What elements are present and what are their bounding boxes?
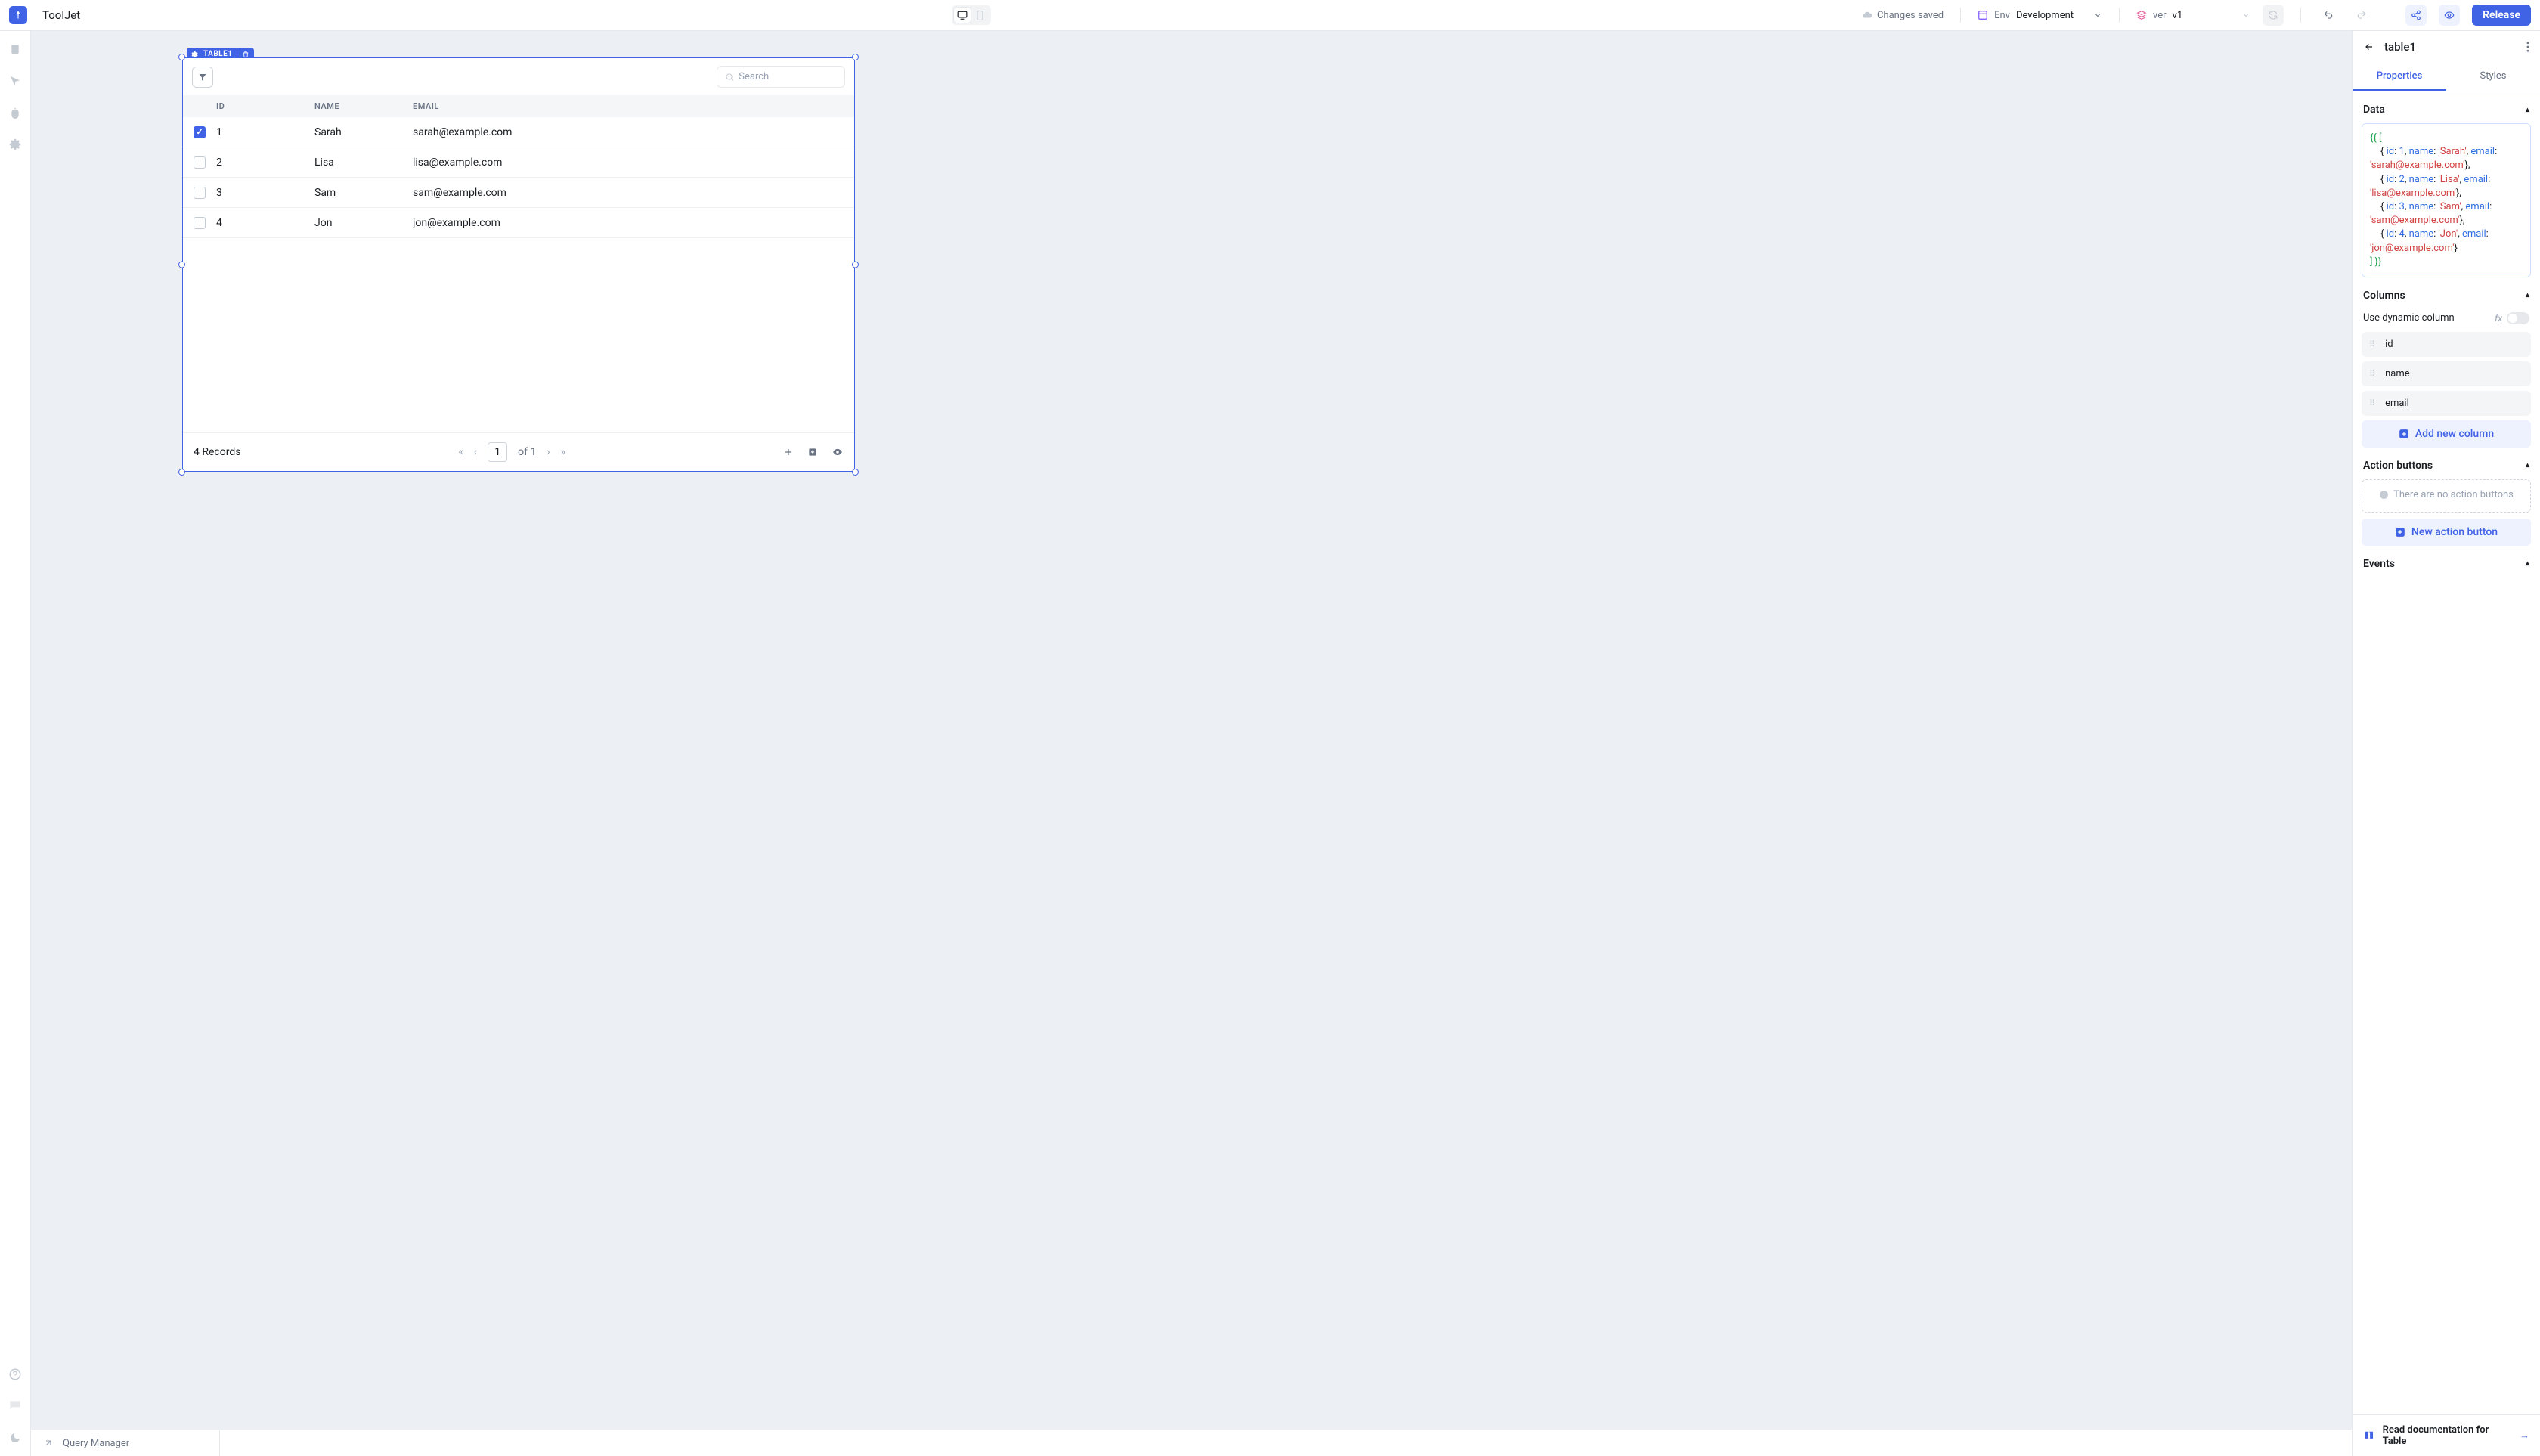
arrow-right-icon: →	[2520, 1430, 2529, 1442]
table-header: ID NAME EMAIL	[183, 95, 854, 117]
data-code-editor[interactable]: {{ [ { id: 1, name: 'Sarah', email: 'sar…	[2362, 123, 2531, 277]
pages-icon[interactable]	[8, 42, 23, 57]
row-checkbox[interactable]	[194, 187, 206, 199]
resize-handle[interactable]	[852, 54, 859, 60]
left-rail	[0, 31, 31, 1456]
bottom-bar: Query Manager	[31, 1430, 2352, 1456]
environment-selector[interactable]: Env Development	[1978, 10, 2102, 21]
comments-icon[interactable]	[8, 1399, 23, 1414]
expand-icon[interactable]	[43, 1438, 54, 1448]
page-last-button[interactable]: »	[561, 446, 566, 458]
caret-up-icon: ▴	[2526, 106, 2529, 114]
search-input[interactable]	[739, 71, 837, 82]
caret-up-icon: ▴	[2526, 559, 2529, 568]
resize-handle[interactable]	[178, 469, 185, 476]
fx-label[interactable]: fx	[2495, 313, 2502, 324]
settings-icon[interactable]	[8, 137, 23, 152]
section-data[interactable]: Data ▴	[2362, 91, 2531, 123]
section-columns[interactable]: Columns ▴	[2362, 277, 2531, 309]
dynamic-column-toggle[interactable]	[2507, 312, 2529, 324]
app-title: ToolJet	[42, 8, 80, 22]
column-item[interactable]: ⠿id	[2362, 332, 2531, 357]
trash-icon[interactable]	[242, 51, 249, 58]
table-row[interactable]: 1 Sarah sarah@example.com	[183, 117, 854, 147]
selected-component[interactable]: TABLE1 ID NAME	[182, 57, 855, 472]
version-selector[interactable]: ver v1	[2136, 10, 2250, 21]
theme-icon[interactable]	[8, 1430, 23, 1445]
device-preview-toggle	[952, 5, 991, 25]
gear-icon[interactable]	[191, 51, 199, 58]
mobile-preview-button[interactable]	[972, 8, 989, 23]
filter-button[interactable]	[192, 67, 213, 88]
inspector-icon[interactable]	[8, 73, 23, 88]
canvas[interactable]: TABLE1 ID NAME	[31, 31, 2352, 1430]
table-row[interactable]: 3 Sam sam@example.com	[183, 178, 854, 208]
environment-icon	[1978, 10, 1988, 20]
query-manager-label[interactable]: Query Manager	[63, 1438, 129, 1449]
debug-icon[interactable]	[8, 105, 23, 120]
drag-handle-icon[interactable]: ⠿	[2369, 339, 2376, 349]
documentation-link[interactable]: Read documentation for Table →	[2353, 1414, 2540, 1456]
visibility-icon[interactable]	[832, 447, 844, 457]
column-item[interactable]: ⠿email	[2362, 391, 2531, 416]
undo-button[interactable]	[2318, 5, 2339, 26]
topbar: ToolJet Changes saved Env Development	[0, 0, 2540, 31]
search-icon	[725, 72, 734, 82]
search-input-wrap	[717, 66, 845, 88]
component-name: table1	[2384, 40, 2416, 54]
drag-handle-icon[interactable]: ⠿	[2369, 398, 2376, 408]
add-column-button[interactable]: Add new column	[2362, 420, 2531, 448]
download-icon[interactable]	[807, 447, 818, 457]
dynamic-column-row: Use dynamic column fx	[2362, 309, 2531, 332]
save-status: Changes saved	[1862, 10, 1944, 21]
resize-handle[interactable]	[178, 54, 185, 60]
column-item[interactable]: ⠿name	[2362, 361, 2531, 386]
row-checkbox[interactable]	[194, 217, 206, 229]
support-icon[interactable]	[8, 1367, 23, 1382]
redo-button[interactable]	[2351, 5, 2372, 26]
new-action-button[interactable]: New action button	[2362, 519, 2531, 546]
info-icon	[2379, 490, 2389, 500]
section-events[interactable]: Events ▴	[2362, 546, 2531, 570]
tab-styles[interactable]: Styles	[2446, 63, 2540, 91]
chevron-down-icon	[2093, 11, 2102, 20]
resize-handle[interactable]	[852, 469, 859, 476]
chevron-down-icon	[2241, 11, 2250, 20]
share-button[interactable]	[2405, 5, 2427, 26]
more-icon[interactable]	[2526, 42, 2529, 52]
app-logo	[9, 6, 27, 24]
caret-up-icon: ▴	[2526, 291, 2529, 299]
inspector-panel: table1 Properties Styles Data ▴ {{ [ { i…	[2352, 31, 2540, 1456]
resize-handle[interactable]	[178, 262, 185, 268]
resize-handle[interactable]	[852, 262, 859, 268]
page-prev-button[interactable]: ‹	[474, 446, 477, 458]
tab-properties[interactable]: Properties	[2353, 63, 2446, 91]
table-row[interactable]: 4 Jon jon@example.com	[183, 208, 854, 238]
row-checkbox[interactable]	[194, 126, 206, 138]
caret-up-icon: ▴	[2526, 461, 2529, 469]
records-count: 4 Records	[194, 446, 240, 458]
pagination: « ‹ 1 of 1 › »	[458, 442, 565, 462]
release-button[interactable]: Release	[2472, 5, 2531, 26]
inspector-tabs: Properties Styles	[2353, 63, 2540, 91]
page-first-button[interactable]: «	[458, 446, 463, 458]
book-icon	[2363, 1430, 2375, 1442]
back-button[interactable]	[2363, 42, 2375, 52]
row-checkbox[interactable]	[194, 156, 206, 169]
table-row[interactable]: 2 Lisa lisa@example.com	[183, 147, 854, 178]
page-current[interactable]: 1	[488, 442, 507, 462]
add-row-icon[interactable]	[783, 447, 794, 457]
page-next-button[interactable]: ›	[547, 446, 550, 458]
section-action-buttons[interactable]: Action buttons ▴	[2362, 448, 2531, 479]
sync-button[interactable]	[2263, 5, 2284, 26]
desktop-preview-button[interactable]	[954, 8, 971, 23]
drag-handle-icon[interactable]: ⠿	[2369, 369, 2376, 379]
no-action-buttons: There are no action buttons	[2362, 479, 2531, 513]
preview-button[interactable]	[2439, 5, 2460, 26]
version-icon	[2136, 10, 2147, 20]
